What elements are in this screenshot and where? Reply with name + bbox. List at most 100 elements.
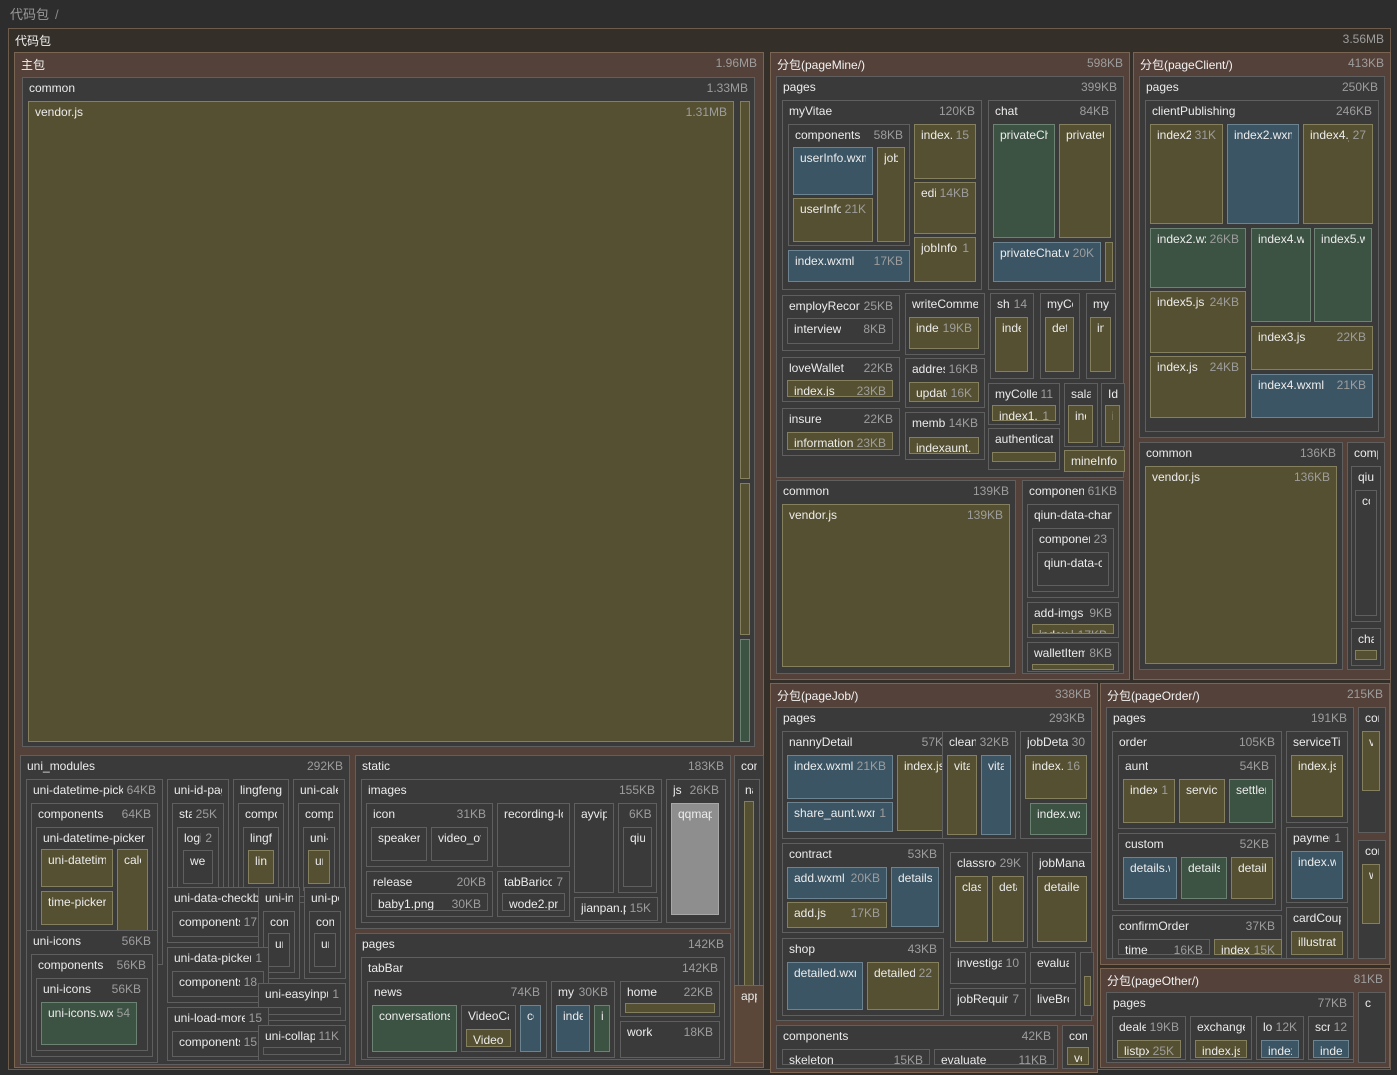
folder-evaluate[interactable]: evaluate 11KB [934,1049,1054,1065]
folder-time[interactable]: time 16KB [1118,939,1210,955]
file-tile[interactable] [1355,650,1377,660]
file-classl[interactable]: classl [955,876,988,942]
file-index-js[interactable]: index.js19KB [909,317,979,349]
file-add-wxml[interactable]: add.wxml 20KB [787,867,887,899]
file-index4-js[interactable]: index4.js27 [1303,124,1373,224]
file-index-js[interactable]: index.js 1 [1123,779,1175,823]
file-detai[interactable]: detai [992,876,1024,942]
file-details-w[interactable]: details.w [1123,857,1177,899]
folder-investigate[interactable]: investigate10 [950,952,1026,984]
folder-work[interactable]: work 18KB [620,1021,720,1058]
folder-uni-easyinput[interactable]: uni-easyinput 1 [258,983,346,1021]
file-privatechat-wxml[interactable]: privateChat.wxml20K [993,242,1101,282]
file-privatech[interactable]: privateCh [1059,124,1111,238]
file-detailed[interactable]: detailed. [1037,876,1087,942]
file-index-wxml[interactable]: index.wxml 17KB [788,250,910,282]
file-index-wxml[interactable]: index.wxml 21KB [787,755,893,799]
file-index-js[interactable]: index.js 17KB [1032,624,1114,634]
file-index-js[interactable]: index.js [1195,1040,1247,1058]
folder-jobrequired[interactable]: jobRequired7 [950,988,1026,1016]
file-add-js[interactable]: add.js 17KB [787,902,887,928]
file-cale[interactable]: cale [117,849,148,935]
file-vendor-js[interactable]: vendor.js 139KB [782,504,1010,667]
folder-speaker-o[interactable]: speaker_o [371,827,427,861]
file-co[interactable]: co [520,1005,541,1052]
file-index-v[interactable]: index.v [1313,1040,1349,1058]
file-share-aunt-wxml[interactable]: share_aunt.wxml 1 [787,802,893,832]
folder-uni-collapse[interactable]: uni-collapse11K [258,1025,346,1061]
file-tile[interactable] [1084,976,1091,1006]
file-illustrat[interactable]: illustrat [1291,931,1343,955]
file-index-js[interactable]: index.js 24KB [1150,356,1246,418]
file-conversations-w[interactable]: conversations.w [372,1005,457,1052]
file-userinfo-wxml[interactable]: userInfo.wxml [793,147,873,195]
file-tile[interactable] [625,1003,715,1013]
file-details[interactable]: details. [891,867,939,927]
file-vitae[interactable]: vitae [947,755,977,835]
file-index-js[interactable]: index.js [1291,755,1343,817]
file-index-wxs[interactable]: index.wxs [1030,803,1087,835]
file-ind[interactable]: ind [1090,317,1111,372]
file-tile[interactable] [740,639,750,742]
folder-tile[interactable] [263,1047,341,1055]
file-index5-wx[interactable]: index5.wx [1314,228,1372,322]
file-tile[interactable] [740,483,750,635]
file-jobinfo-js[interactable]: jobInfo.js 1 [914,237,976,282]
file-detai[interactable]: detai [1045,317,1074,372]
folder-wode2-pn[interactable]: wode2.pn [502,893,565,911]
file-service-j[interactable]: service.j [1179,779,1225,823]
file-vitae[interactable]: vitae [981,755,1011,835]
folder-c[interactable]: c [1358,992,1386,1063]
file-ve[interactable]: ve [1067,1047,1089,1065]
file-index-w[interactable]: index.w [1291,851,1343,899]
file-tile[interactable] [1032,664,1114,670]
file-app-j[interactable]: app.j [734,985,764,1063]
file-index2-wxss[interactable]: index2.wxss26KB [1150,228,1246,288]
file-tile[interactable] [744,801,754,1011]
file-index-js[interactable]: index.js 23KB [787,380,893,397]
file-settlem[interactable]: settlem [1229,779,1273,823]
file-detailed-wxm[interactable]: detailed.wxm [787,962,863,1010]
file-update-js[interactable]: update.js16K [909,382,979,402]
file-videoc[interactable]: VideoC [466,1029,511,1047]
folder-recording-lo[interactable]: recording-lo [497,803,570,867]
folder-qiuzl[interactable]: qiuzl [623,827,652,887]
file-inc[interactable]: inc [594,1005,610,1052]
folder-co[interactable]: co [1355,490,1377,616]
file-tile[interactable] [992,452,1056,462]
file-details-v[interactable]: details.v [1181,857,1227,899]
file-indexaunt-js[interactable]: indexaunt.js [909,437,979,454]
file-qqmap[interactable]: qqmap [671,803,719,915]
folder-interview[interactable]: interview 8KB [787,318,893,344]
file-index2-js[interactable]: index2.js31K [1150,124,1223,224]
file-listpx-js[interactable]: listpx.js25K [1117,1040,1181,1058]
folder-un[interactable]: un [268,933,290,967]
file-details[interactable]: details. [1231,857,1273,899]
file-jobin[interactable]: jobIn [877,147,905,242]
folder-cha[interactable]: cha [1351,628,1381,666]
file-time-picker[interactable]: time-picker [41,891,113,925]
file-index1-js[interactable]: index1.js 1 [992,405,1056,421]
file-uni-datetim[interactable]: uni-datetim [41,849,113,887]
file-information-js[interactable]: information.js23KB [787,432,893,450]
file-index5-js[interactable]: index5.js 24KB [1150,291,1246,353]
file-tile[interactable] [1105,242,1113,282]
folder-baby1-png[interactable]: baby1.png 30KB [371,893,488,911]
breadcrumb-root[interactable]: 代码包 [10,7,49,22]
file-index[interactable]: index. [556,1005,590,1052]
file-index4-wxml[interactable]: index4.wxml 21KB [1251,374,1373,418]
file-ve[interactable]: ve [1362,731,1380,791]
folder-components[interactable]: components 15 [172,1031,264,1057]
file-index-js[interactable]: index.js15 [914,124,976,179]
file-index2-wxml[interactable]: index2.wxml [1227,124,1299,224]
folder-components[interactable]: components 18 [172,971,264,997]
folder-un[interactable]: un [314,933,336,967]
file-un[interactable]: un [308,850,330,884]
file-w[interactable]: w [1362,864,1380,924]
file-linc[interactable]: linc [248,850,274,884]
file-edit-js[interactable]: edit.js14KB [914,182,976,234]
folder-ayvip[interactable]: ayvip@ [574,803,614,893]
file-vendor-js[interactable]: vendor.js 136KB [1145,466,1337,664]
file-vendor-js[interactable]: vendor.js 1.31MB [28,101,734,742]
file-index[interactable]: index [995,317,1028,372]
